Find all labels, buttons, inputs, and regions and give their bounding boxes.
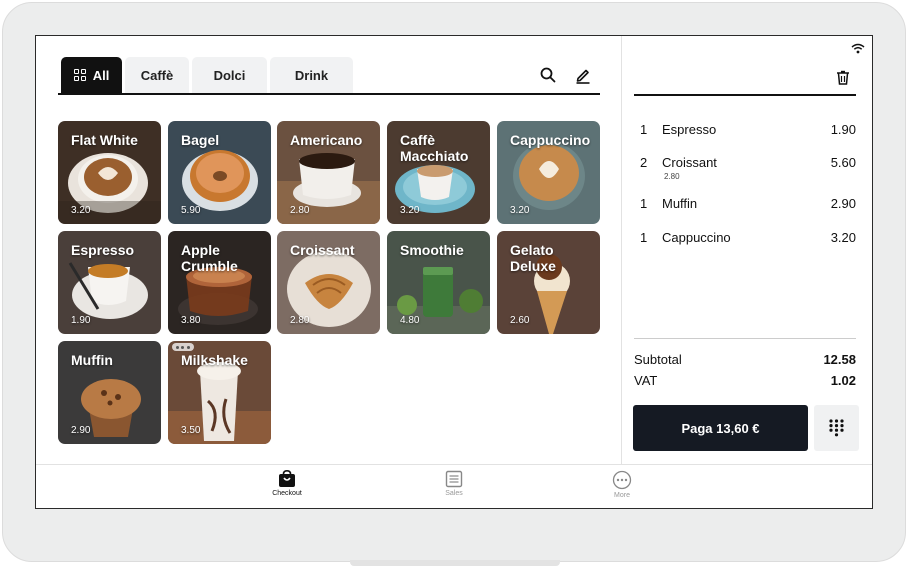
product-name: Smoothie [400,242,464,258]
nav-label: Checkout [272,490,302,497]
cart-panel: 1 Espresso 1.90 2 Croissant 5.60 2.80 1 … [622,36,872,464]
product-name: Milkshake [181,352,248,368]
product-price: 4.80 [400,315,420,326]
vat-label: VAT [634,373,658,388]
product-gelato-deluxe[interactable]: Gelato Deluxe 2.60 [497,231,600,334]
tab-label: All [92,67,110,83]
product-bagel[interactable]: Bagel 5.90 [168,121,271,224]
subtotal-value: 12.58 [823,352,856,367]
product-price: 3.20 [400,205,420,216]
product-americano[interactable]: Americano 2.80 [277,121,380,224]
product-cappuccino[interactable]: Cappuccino 3.20 [497,121,600,224]
product-name: Caffè Macchiato [400,132,469,164]
product-catalog: All Caffè Dolci Drink Flat White 3.20 Ba… [36,36,621,464]
line-price: 3.20 [830,230,856,245]
product-price: 2.80 [290,315,310,326]
tab-label: Dolci [213,67,246,83]
line-price: 1.90 [830,122,856,137]
tab-dolci[interactable]: Dolci [192,57,267,93]
product-price: 5.90 [181,205,201,216]
category-tabs: All Caffè Dolci Drink [58,57,600,95]
pos-screen: All Caffè Dolci Drink Flat White 3.20 Ba… [35,35,873,509]
line-qty: 2 [640,155,648,170]
line-name: Espresso [662,122,717,137]
nav-checkout[interactable]: Checkout [252,470,322,497]
product-muffin[interactable]: Muffin 2.90 [58,341,161,444]
line-qty: 1 [640,196,648,211]
nav-label: Sales [445,490,463,497]
product-price: 2.60 [510,315,530,326]
product-milkshake[interactable]: Milkshake 3.50 [168,341,271,444]
cart-header-rule [634,94,856,96]
product-name: Flat White [71,132,138,148]
tab-label: Drink [294,67,329,83]
pay-button[interactable]: Paga 13,60 € [633,405,808,451]
product-caffe-macchiato[interactable]: Caffè Macchiato 3.20 [387,121,490,224]
trash-icon[interactable] [836,70,850,85]
line-name: Croissant [662,155,717,170]
nav-label: More [614,492,630,499]
keypad-icon [829,419,844,437]
product-name: Gelato Deluxe [510,242,556,274]
product-name: Bagel [181,132,220,148]
product-price: 1.90 [71,315,91,326]
tab-drink[interactable]: Drink [270,57,353,93]
tablet-stand [350,560,560,566]
tab-label: Caffè [140,67,174,83]
keypad-button[interactable] [814,405,859,451]
line-price: 2.90 [830,196,856,211]
product-name: Croissant [290,242,355,258]
summary-divider [634,338,856,339]
vat-value: 1.02 [830,373,856,388]
product-name: Muffin [71,352,113,368]
product-price: 3.80 [181,315,201,326]
line-unit-price: 2.80 [664,172,680,181]
line-qty: 1 [640,230,648,245]
edit-icon[interactable] [573,65,593,85]
search-icon[interactable] [538,65,558,85]
line-price: 5.60 [830,155,856,170]
subtotal-label: Subtotal [634,352,682,367]
product-croissant[interactable]: Croissant 2.80 [277,231,380,334]
product-price: 3.20 [510,205,530,216]
tab-caffe[interactable]: Caffè [125,57,189,93]
product-name: Espresso [71,242,135,258]
product-name: Americano [290,132,363,148]
more-icon [612,470,632,490]
wifi-icon [851,43,865,54]
tab-all[interactable]: All [61,57,122,93]
product-price: 3.20 [71,205,91,216]
nav-more[interactable]: More [587,470,657,499]
bottom-nav: Checkout Sales More [36,464,872,508]
product-flat-white[interactable]: Flat White 3.20 [58,121,161,224]
line-qty: 1 [640,122,648,137]
product-price: 2.90 [71,425,91,436]
more-options-icon[interactable] [172,343,194,351]
grid-icon [73,69,86,81]
product-name: Apple Crumble [181,242,238,274]
product-price: 3.50 [181,425,201,436]
product-apple-crumble[interactable]: Apple Crumble 3.80 [168,231,271,334]
product-smoothie[interactable]: Smoothie 4.80 [387,231,490,334]
product-price: 2.80 [290,205,310,216]
nav-sales[interactable]: Sales [419,470,489,497]
product-espresso[interactable]: Espresso 1.90 [58,231,161,334]
bag-icon [279,470,295,487]
receipt-icon [445,470,463,488]
line-name: Muffin [662,196,698,211]
line-name: Cappuccino [662,230,731,245]
product-name: Cappuccino [510,132,591,148]
